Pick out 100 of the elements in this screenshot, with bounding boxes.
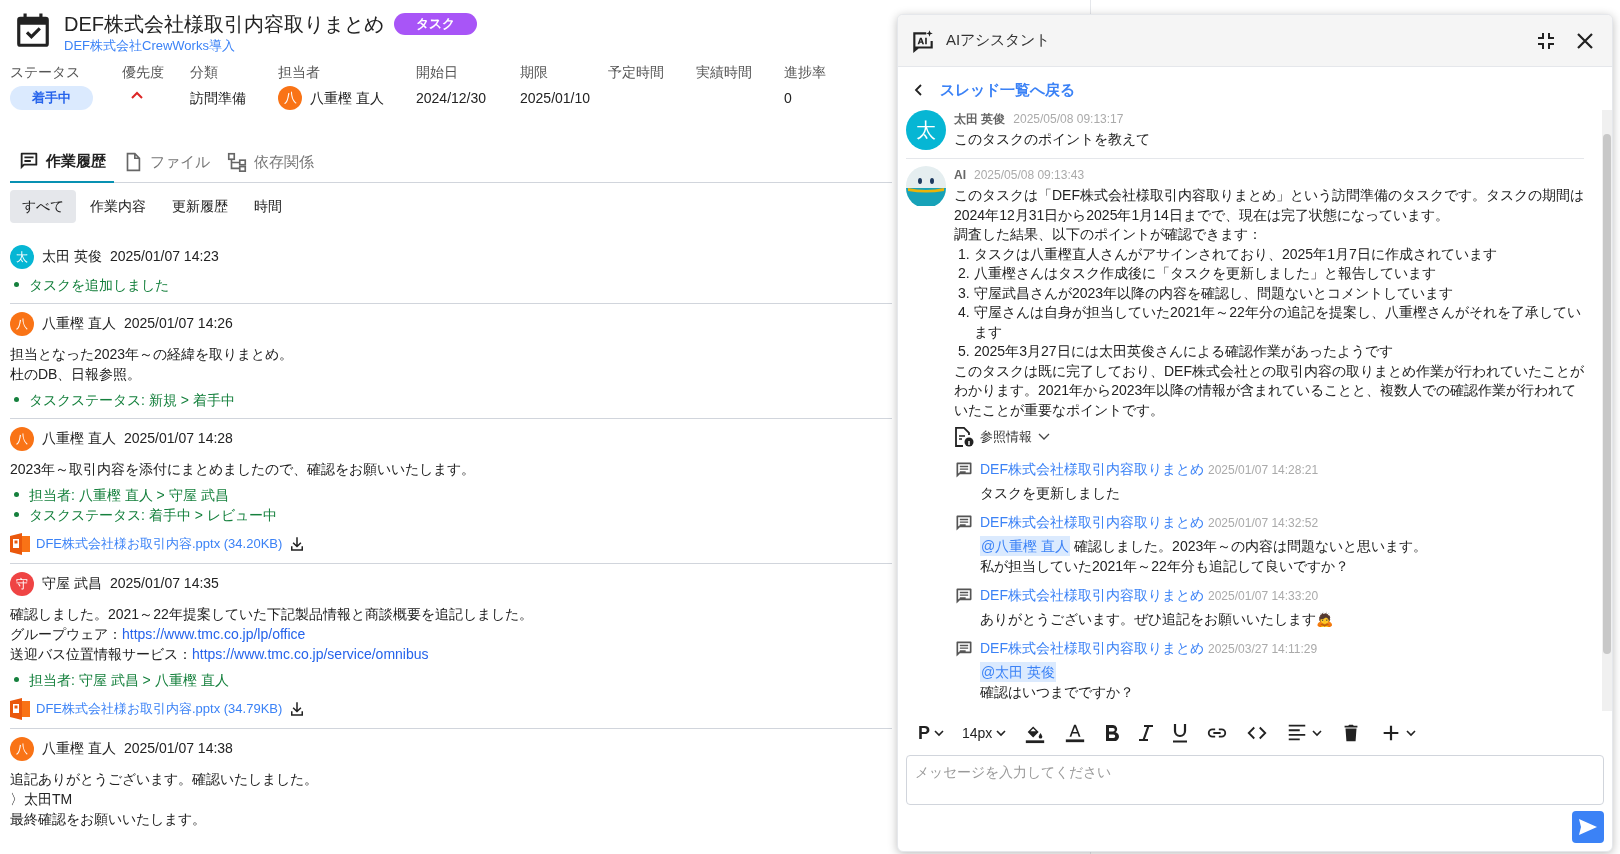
- task-type-badge: タスク: [394, 13, 477, 35]
- underline-icon: [1172, 723, 1189, 743]
- bullet: [14, 492, 19, 497]
- field-value: 2025/01/10: [520, 88, 591, 108]
- timestamp: 2025/01/07 14:38: [123, 739, 233, 758]
- scrollbar-thumb[interactable]: [1603, 134, 1611, 654]
- send-icon: [1578, 818, 1598, 836]
- user-avatar: 守: [10, 571, 34, 596]
- chevron-down-icon: [1038, 433, 1050, 441]
- filter-button[interactable]: すべて: [10, 189, 76, 223]
- user-name: 太田 英俊: [42, 247, 102, 266]
- toolbar-button[interactable]: P: [914, 718, 948, 748]
- comment-icon: [954, 460, 974, 480]
- reference-link[interactable]: DEF株式会社様取引内容取りまとめ: [980, 458, 1204, 480]
- message-text: 確認しました。2023年～の内容は問題ないと思います。: [1074, 537, 1428, 556]
- change-text: タスクステータス: 新規 > 着手中: [29, 390, 235, 410]
- user-avatar: 太: [10, 244, 34, 269]
- timestamp: 2025/05/08 09:13:17: [1013, 111, 1124, 127]
- user-mention[interactable]: @太田 英俊: [980, 662, 1057, 682]
- tab[interactable]: ファイル: [114, 146, 218, 182]
- comment-text: 杜のDB、日報参照。: [10, 364, 142, 384]
- file-link[interactable]: DFE株式会社様お取引内容.pptx (34.79KB): [36, 698, 283, 719]
- field-label: 担当者: [278, 63, 321, 82]
- message-text: このタスクは「DEF株式会社様取引内容取りまとめ」という訪問準備のタスクです。タスクの期間は2024年12月31日から2025年1月14日までで、現在は完了状態になっています。: [954, 186, 1585, 225]
- user-name: 八重樫 直人: [42, 739, 116, 758]
- list-number: 2.: [958, 264, 971, 283]
- bullet: [14, 677, 19, 682]
- user-name: 八重樫 直人: [42, 429, 116, 448]
- ai-avatar-icon: [906, 166, 946, 206]
- comment-text: 送迎バス位置情報サービス：: [10, 644, 192, 664]
- timestamp: 2025/01/07 14:28:21: [1208, 462, 1319, 479]
- user-avatar: 八: [10, 736, 34, 761]
- italic-icon: [1138, 724, 1155, 742]
- field-value: 訪問準備: [190, 88, 246, 108]
- url-link[interactable]: https://www.tmc.co.jp/lp/office: [122, 623, 306, 644]
- timestamp: 2025/03/27 14:11:29: [1208, 641, 1318, 658]
- field-label: 進捗率: [784, 63, 827, 82]
- user-avatar: 八: [278, 86, 302, 110]
- user-avatar: 八: [10, 426, 34, 451]
- timestamp: 2025/05/08 09:13:43: [974, 167, 1085, 183]
- list-item-text: タスクは八重樫直人さんがアサインされており、2025年1月7日に作成されています: [974, 244, 1497, 264]
- comment-text: 追記ありがとうございます。確認いたしました。: [10, 769, 318, 789]
- field-value: 2024/12/30: [416, 88, 487, 108]
- message-input[interactable]: メッセージを入力してください: [906, 755, 1604, 805]
- reference-link[interactable]: DEF株式会社様取引内容取りまとめ: [980, 584, 1204, 606]
- field-label: 実績時間: [696, 63, 753, 82]
- status-badge: 着手中: [10, 86, 93, 110]
- message-text: 私が担当していた2021年～22年分も追記して良いですか？: [980, 557, 1349, 576]
- project-link[interactable]: DEF株式会社CrewWorks導入: [64, 38, 235, 54]
- change-text: タスクを追加しました: [29, 275, 169, 295]
- list-number: 5.: [958, 342, 971, 361]
- change-text: 担当者: 守屋 武昌 > 八重樫 直人: [29, 670, 229, 690]
- panel-title: AIアシスタント: [946, 30, 1051, 51]
- user-mention[interactable]: @八重樫 直人: [980, 536, 1071, 556]
- field-label: 予定時間: [608, 63, 665, 82]
- list-number: 3.: [958, 283, 971, 303]
- list-item-text: 守屋さんは自身が担当していた2021年～22年分の追記を提案し、八重樫さんがそれを了承しています: [974, 303, 1582, 342]
- field-label: ステータス: [10, 63, 81, 82]
- message-text: このタスクのポイントを教えて: [954, 130, 1151, 149]
- send-button[interactable]: [1572, 811, 1604, 843]
- comment-text: 最終確認をお願いいたします。: [10, 809, 206, 829]
- list-item-text: 八重樫さんはタスク作成後に「タスクを更新しました」と報告しています: [974, 264, 1436, 283]
- message-text: 確認はいつまでですか？: [980, 683, 1134, 702]
- references-toggle[interactable]: 参照情報: [954, 426, 1050, 448]
- list-number: 1.: [958, 244, 971, 264]
- comment-icon: [954, 586, 974, 606]
- text-color-icon: [1064, 722, 1087, 744]
- presentation-file-icon: [10, 532, 30, 555]
- bold-icon: [1104, 724, 1121, 742]
- collapse-icon[interactable]: [1536, 30, 1556, 51]
- url-link[interactable]: https://www.tmc.co.jp/service/omnibus: [192, 643, 429, 664]
- user-name: 八重樫 直人: [42, 314, 116, 333]
- tab[interactable]: 作業履歴: [10, 146, 114, 183]
- change-text: 担当者: 八重樫 直人 > 守屋 武昌: [29, 485, 229, 505]
- user-avatar: 八: [10, 311, 34, 336]
- filter-button[interactable]: 時間: [242, 189, 294, 223]
- back-link[interactable]: スレッド一覧へ戻る: [940, 78, 1075, 102]
- toolbar-button[interactable]: 14px: [958, 718, 1011, 748]
- back-chevron-icon[interactable]: [914, 84, 924, 96]
- presentation-file-icon: [10, 697, 30, 720]
- bullet: [14, 512, 19, 517]
- chevron-down-icon: [1406, 729, 1417, 737]
- user-avatar: 太: [906, 110, 946, 150]
- list-item-text: 守屋武昌さんが2023年以降の内容を確認し、問題ないとコメントしています: [974, 283, 1454, 303]
- timestamp: 2025/01/07 14:28: [123, 429, 233, 448]
- message-text: このタスクは既に完了しており、DEF株式会社との取引内容の取りまとめ作業が行われていたことがわかります。2021年から2023年以降の情報が含まれていることと、複数人での確認作業が行われていたことが重要なポイントです。: [954, 361, 1585, 420]
- close-icon[interactable]: [1576, 31, 1594, 50]
- tab[interactable]: 依存関係: [218, 146, 322, 182]
- message-text: タスクを更新しました: [980, 484, 1120, 503]
- filter-button[interactable]: 作業内容: [78, 189, 158, 223]
- file-link[interactable]: DFE株式会社様お取引内容.pptx (34.20KB): [36, 533, 283, 554]
- field-label: 優先度: [122, 63, 165, 82]
- reference-link[interactable]: DEF株式会社様取引内容取りまとめ: [980, 637, 1204, 659]
- sender-name: 太田 英俊: [954, 111, 1006, 127]
- caret-up-icon: [130, 89, 144, 101]
- timestamp: 2025/01/07 14:32:52: [1208, 515, 1319, 532]
- comment-icon: [954, 639, 974, 659]
- field-value: 0: [784, 88, 792, 108]
- filter-button[interactable]: 更新履歴: [160, 189, 240, 223]
- reference-link[interactable]: DEF株式会社様取引内容取りまとめ: [980, 511, 1204, 533]
